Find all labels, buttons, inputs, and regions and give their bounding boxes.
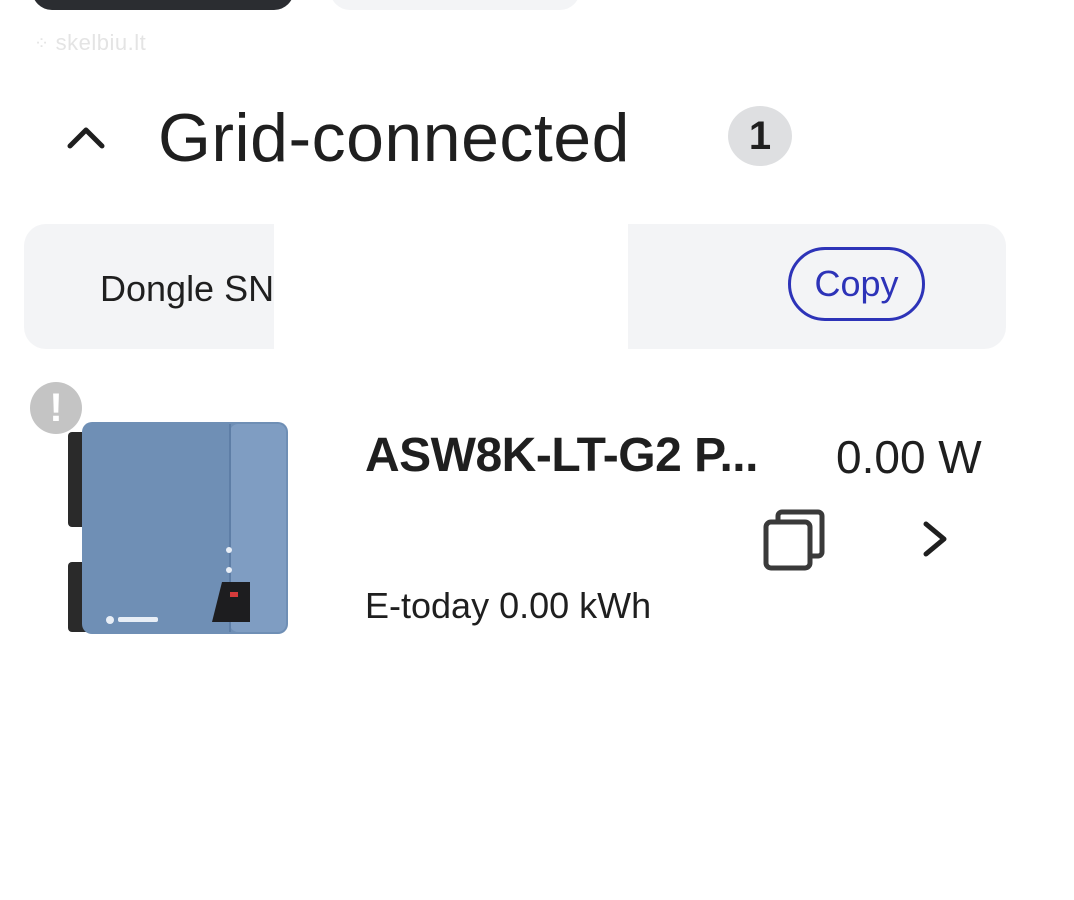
device-name: ASW8K-LT-G2 P... [365,429,758,482]
copy-icon[interactable] [762,508,826,572]
chevron-up-icon [67,127,105,149]
etoday-label: E-today [365,585,490,626]
redaction-patch [426,224,628,372]
watermark-text: skelbiu.lt [55,30,147,55]
watermark: ⁘ skelbiu.lt [34,30,146,56]
inverter-image [68,422,288,634]
top-tab-button-dark[interactable] [32,0,294,10]
section-title: Grid-connected [158,100,630,176]
top-tab-button-light[interactable] [330,0,580,10]
watermark-logo-icon: ⁘ [34,32,50,53]
count-badge: 1 [728,106,792,166]
redaction-patch [345,486,715,586]
collapse-button[interactable] [60,116,112,160]
device-power: 0.00 W [836,431,982,483]
copy-button[interactable]: Copy [788,247,925,321]
etoday-readout: E-today 0.00 kWh [365,585,651,627]
etoday-value: 0.00 kWh [499,585,652,626]
chevron-right-icon[interactable] [912,516,958,562]
dongle-sn-label: Dongle SN [100,268,275,309]
